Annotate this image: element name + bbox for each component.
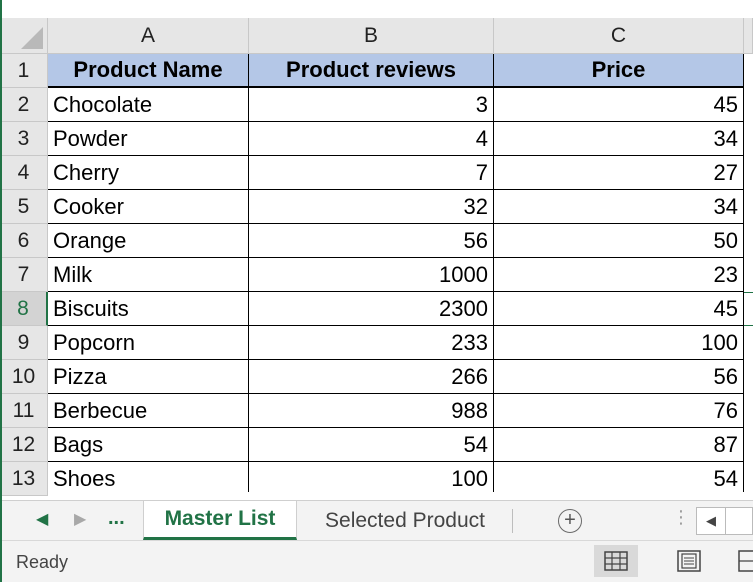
cell-b6[interactable]: 56: [249, 224, 494, 258]
scroll-left-icon[interactable]: ◀: [36, 509, 48, 529]
cell-c10[interactable]: 56: [494, 360, 744, 394]
row-header-1[interactable]: 1: [0, 54, 48, 88]
header-cell-a[interactable]: Product Name: [48, 54, 249, 88]
row-14-partial: [48, 492, 753, 500]
cell-b12[interactable]: 54: [249, 428, 494, 462]
cell-c2[interactable]: 45: [494, 88, 744, 122]
cell-b13[interactable]: 100: [249, 462, 494, 496]
tab-selected-product[interactable]: Selected Product: [300, 501, 510, 540]
cell-b9[interactable]: 233: [249, 326, 494, 360]
scroll-right-icon[interactable]: ▶: [74, 509, 86, 529]
cell-c3[interactable]: 34: [494, 122, 744, 156]
cell-c5[interactable]: 34: [494, 190, 744, 224]
header-cell-c[interactable]: Price: [494, 54, 744, 88]
cell-a6[interactable]: Orange: [48, 224, 249, 258]
row-header-4[interactable]: 4: [0, 156, 48, 190]
row-header-6[interactable]: 6: [0, 224, 48, 258]
cell-b2[interactable]: 3: [249, 88, 494, 122]
cell-a7[interactable]: Milk: [48, 258, 249, 292]
row-header-11[interactable]: 11: [0, 394, 48, 428]
cell-c6[interactable]: 50: [494, 224, 744, 258]
row-header-3[interactable]: 3: [0, 122, 48, 156]
cell-a5[interactable]: Cooker: [48, 190, 249, 224]
cell-b8[interactable]: 2300: [249, 292, 494, 326]
add-sheet-icon[interactable]: +: [558, 509, 582, 533]
cell-a9[interactable]: Popcorn: [48, 326, 249, 360]
cell-b10[interactable]: 266: [249, 360, 494, 394]
horizontal-scrollbar[interactable]: [726, 507, 753, 535]
row-header-13[interactable]: 13: [0, 462, 48, 496]
cell-a12[interactable]: Bags: [48, 428, 249, 462]
header-cell-b[interactable]: Product reviews: [249, 54, 494, 88]
row-header-9[interactable]: 9: [0, 326, 48, 360]
row-header-8[interactable]: 8: [0, 292, 48, 326]
column-header-b[interactable]: B: [249, 18, 494, 54]
status-text: Ready: [16, 552, 69, 572]
row-header-12[interactable]: 12: [0, 428, 48, 462]
cell-c8[interactable]: 45: [494, 292, 744, 326]
row-header-2[interactable]: 2: [0, 88, 48, 122]
cell-c7[interactable]: 23: [494, 258, 744, 292]
cell-a2[interactable]: Chocolate: [48, 88, 249, 122]
cell-c4[interactable]: 27: [494, 156, 744, 190]
cell-c13[interactable]: 54: [494, 462, 744, 496]
cell-a8[interactable]: Biscuits: [48, 292, 249, 326]
select-all-button[interactable]: [0, 18, 48, 54]
cell-a3[interactable]: Powder: [48, 122, 249, 156]
column-header-c[interactable]: C: [494, 18, 744, 54]
cell-b4[interactable]: 7: [249, 156, 494, 190]
page-layout-icon[interactable]: [672, 545, 706, 577]
cell-a10[interactable]: Pizza: [48, 360, 249, 394]
cell-c11[interactable]: 76: [494, 394, 744, 428]
row-header-10[interactable]: 10: [0, 360, 48, 394]
cell-b7[interactable]: 1000: [249, 258, 494, 292]
row-header-7[interactable]: 7: [0, 258, 48, 292]
column-header-a[interactable]: A: [48, 18, 249, 54]
cell-a13[interactable]: Shoes: [48, 462, 249, 496]
more-sheets-button[interactable]: ...: [108, 507, 125, 530]
cell-a4[interactable]: Cherry: [48, 156, 249, 190]
hscroll-left-icon[interactable]: ◀: [696, 507, 726, 535]
selection-edge: [744, 292, 753, 326]
sheet-tab-bar: ◀ ▶ ... Master List Selected Product + ⋮…: [0, 500, 753, 540]
split-handle-icon[interactable]: ⋮: [672, 507, 690, 528]
toolbar-strip: [0, 0, 753, 18]
normal-view-icon[interactable]: [594, 545, 638, 577]
cell-b5[interactable]: 32: [249, 190, 494, 224]
cell-c9[interactable]: 100: [494, 326, 744, 360]
column-header-d[interactable]: [744, 18, 753, 54]
cell-a11[interactable]: Berbecue: [48, 394, 249, 428]
window-edge: [0, 0, 2, 582]
cell-b11[interactable]: 988: [249, 394, 494, 428]
tab-master-list[interactable]: Master List: [143, 501, 297, 540]
select-all-triangle-icon: [21, 27, 43, 49]
cell-c12[interactable]: 87: [494, 428, 744, 462]
excel-window: A B C 1 2 3 4 5 6 7 8 9 10 11 12 13 Product Name Prod…: [0, 0, 753, 582]
cell-b3[interactable]: 4: [249, 122, 494, 156]
status-bar: Ready: [0, 540, 753, 582]
tab-divider: [512, 509, 513, 533]
row-header-5[interactable]: 5: [0, 190, 48, 224]
page-break-icon[interactable]: [736, 545, 753, 577]
